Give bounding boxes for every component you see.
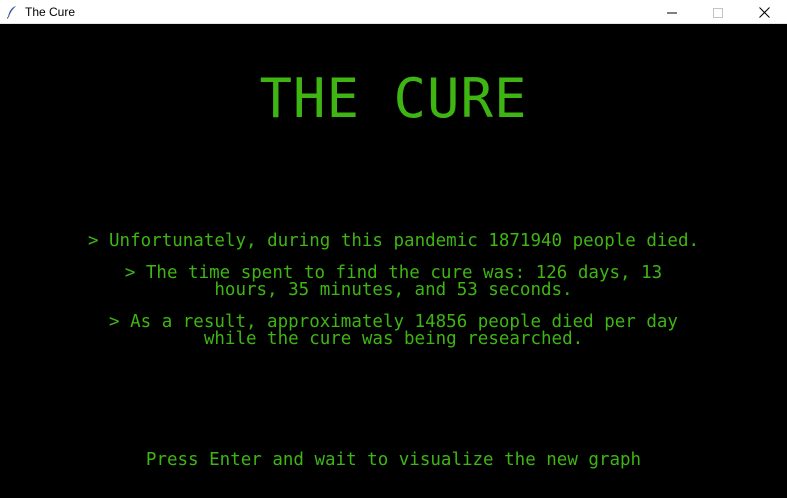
maximize-button[interactable] xyxy=(695,0,741,24)
continue-prompt: Press Enter and wait to visualize the ne… xyxy=(145,450,642,470)
deaths-per-day-text: > As a result, approximately 14856 peopl… xyxy=(109,312,678,349)
window-title: The Cure xyxy=(25,4,76,19)
maximize-icon xyxy=(713,3,723,22)
title-bar[interactable]: The Cure xyxy=(0,0,787,24)
app-window: The Cure THE CURE > Unfortunately, durin… xyxy=(0,0,787,498)
close-icon xyxy=(758,3,770,22)
close-button[interactable] xyxy=(741,0,787,24)
minimize-icon xyxy=(667,3,677,22)
window-controls xyxy=(649,0,787,24)
cure-time-text: > The time spent to find the cure was: 1… xyxy=(124,263,663,300)
main-canvas[interactable]: THE CURE > Unfortunately, during this pa… xyxy=(0,25,787,498)
feather-icon xyxy=(4,4,20,20)
page-title: THE CURE xyxy=(259,67,528,130)
deaths-summary-text: > Unfortunately, during this pandemic 18… xyxy=(87,231,700,251)
minimize-button[interactable] xyxy=(649,0,695,24)
